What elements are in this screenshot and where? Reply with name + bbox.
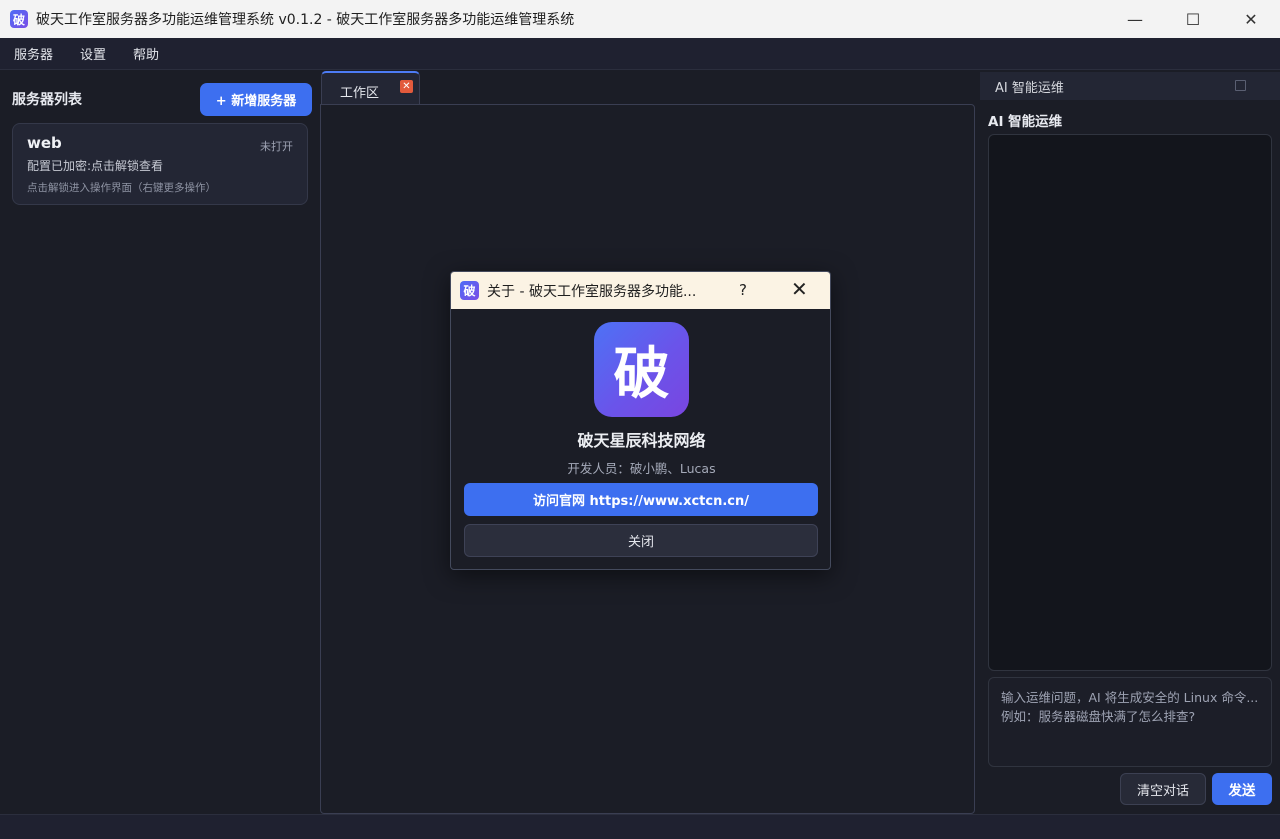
tab-close-icon[interactable]: ✕	[400, 80, 413, 93]
server-list-panel: 服务器列表 + 新增服务器 web 未打开 配置已加密:点击解锁查看 点击解锁进…	[0, 70, 320, 814]
close-window-button[interactable]: ✕	[1222, 0, 1280, 38]
status-bar	[0, 814, 1280, 839]
maximize-button[interactable]: ☐	[1164, 0, 1222, 38]
server-list-title: 服务器列表	[12, 92, 82, 108]
menu-item-settings[interactable]: 设置	[80, 44, 106, 63]
menu-item-help[interactable]: 帮助	[133, 44, 159, 63]
tab-workspace[interactable]: 工作区 ✕	[321, 71, 420, 104]
help-icon[interactable]: ?	[739, 281, 747, 299]
chat-input[interactable]: 输入运维问题，AI 将生成安全的 Linux 命令... 例如：服务器磁盘快满了…	[988, 677, 1272, 767]
company-logo: 破	[594, 322, 689, 417]
window-titlebar: 破 破天工作室服务器多功能运维管理系统 v0.1.2 - 破天工作室服务器多功能…	[0, 0, 1280, 38]
chat-input-placeholder-line1: 输入运维问题，AI 将生成安全的 Linux 命令...	[1001, 690, 1259, 705]
about-dialog: 破 关于 - 破天工作室服务器多功能... ? ✕ 破 破天星辰科技网络 开发人…	[450, 271, 831, 570]
chat-input-placeholder-line2: 例如：服务器磁盘快满了怎么排查?	[1001, 709, 1196, 724]
menu-bar: 服务器 设置 帮助	[0, 38, 1280, 70]
ai-panel: AI 智能运维 AI 智能运维 输入运维问题，AI 将生成安全的 Linux 命…	[980, 70, 1280, 814]
window-controls: — ☐ ✕	[1106, 0, 1280, 38]
tab-workspace-label: 工作区	[340, 86, 380, 101]
server-card-web[interactable]: web 未打开 配置已加密:点击解锁查看 点击解锁进入操作界面（右键更多操作）	[12, 123, 308, 205]
dialog-app-logo-icon: 破	[460, 281, 479, 300]
add-server-button[interactable]: + 新增服务器	[200, 82, 312, 116]
app-logo-icon: 破	[10, 10, 28, 28]
ai-panel-tab-label: AI 智能运维	[995, 80, 1064, 96]
server-description: 配置已加密:点击解锁查看	[27, 159, 164, 173]
company-name: 破天星辰科技网络	[577, 431, 706, 450]
window-title: 破天工作室服务器多功能运维管理系统 v0.1.2 - 破天工作室服务器多功能运维…	[36, 12, 575, 28]
close-dialog-button[interactable]: 关闭	[464, 524, 818, 557]
about-dialog-title: 关于 - 破天工作室服务器多功能...	[487, 283, 697, 300]
dialog-close-icon[interactable]: ✕	[791, 277, 808, 301]
server-hint: 点击解锁进入操作界面（右键更多操作）	[27, 182, 216, 194]
ai-panel-tab[interactable]: AI 智能运维	[980, 72, 1280, 100]
float-panel-icon[interactable]	[1235, 80, 1246, 91]
server-status-badge: 未打开	[260, 140, 293, 153]
server-name: web	[27, 134, 62, 152]
menu-item-server[interactable]: 服务器	[14, 44, 53, 63]
send-button[interactable]: 发送	[1212, 773, 1272, 805]
ai-panel-heading: AI 智能运维	[988, 114, 1063, 130]
about-dialog-titlebar: 破 关于 - 破天工作室服务器多功能... ? ✕	[451, 272, 830, 309]
developers-text: 开发人员：破小鹏、Lucas	[567, 461, 716, 476]
server-list-header: 服务器列表 + 新增服务器	[12, 82, 312, 116]
clear-chat-button[interactable]: 清空对话	[1120, 773, 1206, 805]
minimize-button[interactable]: —	[1106, 0, 1164, 38]
chat-history	[988, 134, 1272, 671]
visit-website-button[interactable]: 访问官网 https://www.xctcn.cn/	[464, 483, 818, 516]
